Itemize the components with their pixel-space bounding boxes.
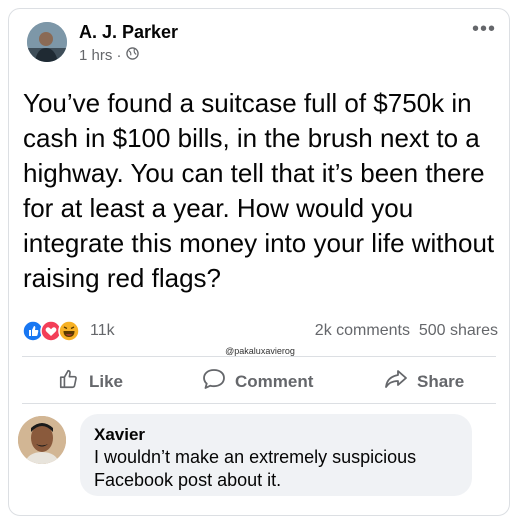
- post-time[interactable]: 1 hrs ·: [79, 47, 122, 64]
- more-options-icon[interactable]: •••: [472, 18, 496, 41]
- like-label: Like: [89, 371, 124, 391]
- divider-bottom: [22, 403, 496, 404]
- comment-label: Comment: [235, 371, 314, 391]
- author-name[interactable]: A. J. Parker: [79, 22, 178, 43]
- comment-button[interactable]: Comment: [202, 368, 313, 395]
- share-button[interactable]: Share: [384, 368, 464, 395]
- reactions-summary[interactable]: 11k: [22, 320, 115, 342]
- comment-text: I wouldn’t make an extremely suspicious …: [94, 447, 417, 490]
- love-reaction-icon: [40, 320, 62, 342]
- like-reaction-icon: [22, 320, 44, 342]
- post-text: You’ve found a suitcase full of $750k in…: [23, 88, 495, 293]
- divider-top: [22, 356, 496, 357]
- share-arrow-icon: [384, 368, 408, 395]
- like-button[interactable]: Like: [58, 368, 123, 395]
- commenter-avatar[interactable]: [18, 416, 66, 464]
- commenter-name[interactable]: Xavier: [94, 424, 458, 446]
- comment-bubble-icon: [202, 368, 226, 395]
- shares-count[interactable]: 500 shares: [419, 322, 498, 339]
- globe-icon: [125, 47, 139, 64]
- comments-count[interactable]: 2k comments: [315, 322, 410, 339]
- post-meta: 1 hrs ·: [79, 47, 139, 64]
- haha-reaction-icon: [58, 320, 80, 342]
- comment-bubble: Xavier I wouldn’t make an extremely susp…: [80, 414, 472, 496]
- share-label: Share: [417, 371, 465, 391]
- engagement-counts: 2k comments 500 shares: [315, 322, 498, 340]
- thumbs-up-icon: [58, 368, 80, 395]
- author-avatar[interactable]: [27, 22, 67, 62]
- watermark: @pakaluxavierog: [225, 346, 295, 356]
- reaction-count: 11k: [90, 322, 115, 339]
